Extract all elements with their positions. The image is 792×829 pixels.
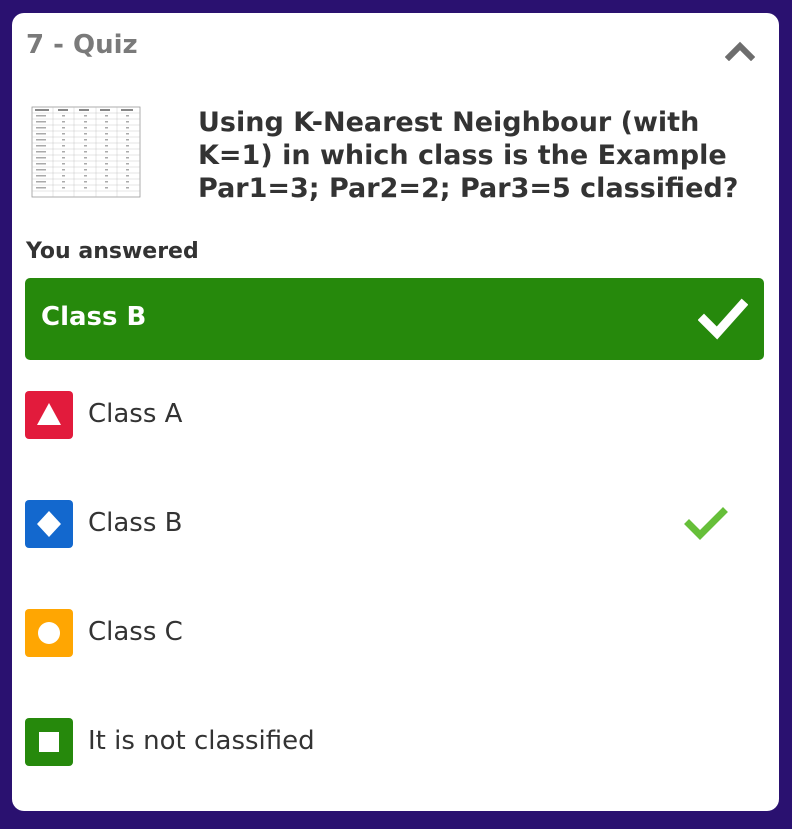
option-class-c[interactable]: Class C (25, 609, 764, 657)
chevron-up-icon (724, 41, 756, 62)
question-image (31, 106, 141, 198)
option-class-b[interactable]: Class B (25, 500, 764, 548)
checkmark-icon (684, 507, 728, 540)
quiz-card: 7 - Quiz Using K-Nearest Neighbour (with… (12, 13, 779, 811)
question-text: Using K-Nearest Neighbour (with K=1) in … (198, 107, 739, 204)
answer-banner: Class B (25, 278, 764, 360)
option-not-classified[interactable]: It is not classified (25, 718, 764, 766)
square-icon (25, 718, 73, 766)
option-class-a[interactable]: Class A (25, 391, 764, 439)
option-label: Class C (88, 617, 183, 647)
circle-icon (25, 609, 73, 657)
you-answered-label: You answered (26, 239, 199, 264)
triangle-icon (25, 391, 73, 439)
option-label: Class A (88, 399, 183, 429)
checkmark-icon (698, 298, 748, 340)
collapse-button[interactable] (724, 41, 756, 62)
option-label: Class B (88, 508, 183, 538)
quiz-title: 7 - Quiz (26, 30, 138, 60)
option-label: It is not classified (88, 726, 315, 756)
answer-text: Class B (41, 302, 147, 332)
diamond-icon (25, 500, 73, 548)
